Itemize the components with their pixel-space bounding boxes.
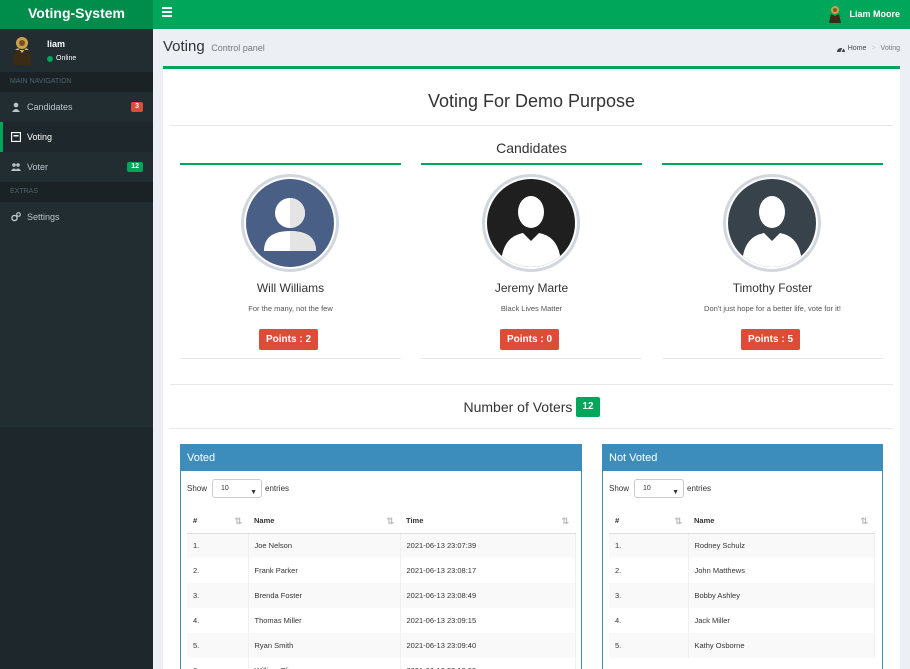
- chevron-down-icon: ▼: [672, 489, 680, 496]
- voted-panel: Voted Show 10 ▼ entries # ⇅ Name ⇅ Time ⇅ 1…: [180, 444, 582, 669]
- candidate-card: Timothy Foster Don't just hope for a bet…: [662, 163, 883, 359]
- sidebar-user-panel: liam Online: [0, 29, 153, 72]
- column-header-name[interactable]: Name ⇅: [248, 508, 400, 534]
- column-header-name[interactable]: Name ⇅: [688, 508, 874, 534]
- top-navbar: Voting-System Liam Moore: [0, 0, 910, 29]
- content-header: Voting Control panel: [163, 38, 265, 55]
- sidebar-item-label: Voting: [27, 132, 53, 142]
- panel-title: Not Voted: [603, 445, 882, 471]
- sort-icon: ⇅: [386, 516, 394, 526]
- column-header-time[interactable]: Time ⇅: [400, 508, 575, 534]
- table-row: 1. Joe Nelson 2021-06-13 23:07:39: [187, 533, 576, 558]
- points-badge: Points : 2: [259, 329, 319, 350]
- table-row: 4. Thomas Miller 2021-06-13 23:09:15: [187, 608, 576, 633]
- hamburger-icon[interactable]: [162, 7, 172, 17]
- candidate-slogan: Black Lives Matter: [500, 304, 563, 313]
- breadcrumb: Home > Voting: [836, 45, 900, 52]
- candidate-avatar-icon: [728, 179, 816, 267]
- sidebar-item-voter[interactable]: Voter 12: [0, 152, 153, 182]
- sidebar-item-label: Voter: [27, 162, 49, 172]
- dashboard-icon: [836, 47, 845, 52]
- main-navigation-header: MAIN NAVIGATION: [0, 72, 153, 92]
- panel-title: Voted: [181, 445, 581, 471]
- sort-icon: ⇅: [674, 516, 682, 526]
- user-icon: [12, 102, 20, 112]
- table-row: 4. Jack Miller: [609, 608, 875, 633]
- user-name: Liam Moore: [849, 9, 900, 19]
- chevron-down-icon: ▼: [250, 489, 258, 496]
- entries-control: Show 10 ▼ entries: [609, 479, 711, 498]
- table-row: 3. Bobby Ashley: [609, 583, 875, 608]
- candidate-photo: [723, 174, 821, 272]
- points-badge: Points : 5: [741, 329, 801, 350]
- points-badge: Points : 0: [500, 329, 560, 350]
- voted-table: # ⇅ Name ⇅ Time ⇅ 1. Joe Nelson 2021-06-13 23…: [187, 508, 576, 669]
- voting-box: Voting For Demo Purpose Candidates Will …: [163, 66, 900, 669]
- voters-count-badge: 12: [127, 162, 143, 172]
- candidate-name: Jeremy Marte: [494, 281, 569, 295]
- voters-heading: Number of Voters 12: [163, 397, 900, 417]
- sidebar-item-candidates[interactable]: Candidates 3: [0, 92, 153, 122]
- voters-count-badge: 12: [576, 397, 600, 417]
- table-row: 6.William Flin2021-06-13 23:10:09: [187, 658, 576, 669]
- candidate-name: Timothy Foster: [732, 281, 813, 295]
- table-row: 3. Brenda Foster 2021-06-13 23:08:49: [187, 583, 576, 608]
- user-avatar: [827, 5, 844, 23]
- users-icon: [11, 163, 21, 171]
- app-logo[interactable]: Voting-System: [0, 0, 153, 29]
- candidate-slogan: For the many, not the few: [248, 304, 333, 313]
- candidate-slogan: Don't just hope for a better life, vote …: [704, 304, 841, 313]
- user-menu[interactable]: Liam Moore: [827, 4, 900, 24]
- page-subtitle: Control panel: [211, 43, 265, 53]
- sort-icon: ⇅: [860, 516, 868, 526]
- candidate-photo: [241, 174, 339, 272]
- sidebar-user-status: Online: [47, 55, 76, 62]
- column-header-number[interactable]: # ⇅: [187, 508, 248, 534]
- entries-select[interactable]: 10 ▼: [212, 479, 263, 498]
- sort-icon: ⇅: [561, 516, 569, 526]
- vote-icon: [11, 132, 21, 142]
- table-row: 1. Rodney Schulz: [609, 533, 875, 558]
- candidate-card: Will Williams For the many, not the few …: [180, 163, 401, 359]
- candidate-avatar-icon: [487, 179, 575, 267]
- sidebar-item-label: Candidates: [27, 102, 73, 112]
- candidate-name: Will Williams: [256, 281, 325, 295]
- avatar: [12, 37, 32, 65]
- candidate-avatar-icon: [246, 179, 334, 267]
- table-row: 5. Kathy Osborne: [609, 633, 875, 658]
- extras-header: EXTRAS: [0, 182, 153, 202]
- table-row: 2. John Matthews: [609, 558, 875, 583]
- candidates-heading: Candidates: [496, 140, 567, 156]
- sort-icon: ⇅: [234, 516, 242, 526]
- entries-control: Show 10 ▼ entries: [187, 479, 289, 498]
- candidates-count-badge: 3: [131, 102, 143, 112]
- online-status-icon: [47, 55, 53, 62]
- page-title: Voting: [163, 38, 205, 55]
- not-voted-table: # ⇅ Name ⇅ 1. Rodney Schulz 2. John Matthews…: [609, 508, 875, 658]
- entries-select[interactable]: 10 ▼: [634, 479, 685, 498]
- voting-heading: Voting For Demo Purpose: [427, 91, 636, 111]
- table-row: 2. Frank Parker 2021-06-13 23:08:17: [187, 558, 576, 583]
- table-row: 5. Ryan Smith 2021-06-13 23:09:40: [187, 633, 576, 658]
- breadcrumb-current: Voting: [880, 45, 900, 52]
- sidebar-user-name: liam: [47, 39, 66, 49]
- sidebar-item-settings[interactable]: Settings: [0, 202, 153, 232]
- cogs-icon: [11, 212, 21, 222]
- candidate-card: Jeremy Marte Black Lives Matter Points :…: [421, 163, 642, 359]
- candidate-photo: [482, 174, 580, 272]
- breadcrumb-home[interactable]: Home: [848, 45, 867, 52]
- not-voted-panel: Not Voted Show 10 ▼ entries # ⇅ Name ⇅ 1. R…: [602, 444, 883, 669]
- sidebar-item-label: Settings: [27, 212, 60, 222]
- sidebar-item-voting[interactable]: Voting: [0, 122, 153, 152]
- sidebar: liam Online MAIN NAVIGATION Candidates 3…: [0, 29, 153, 669]
- column-header-number[interactable]: # ⇅: [609, 508, 688, 534]
